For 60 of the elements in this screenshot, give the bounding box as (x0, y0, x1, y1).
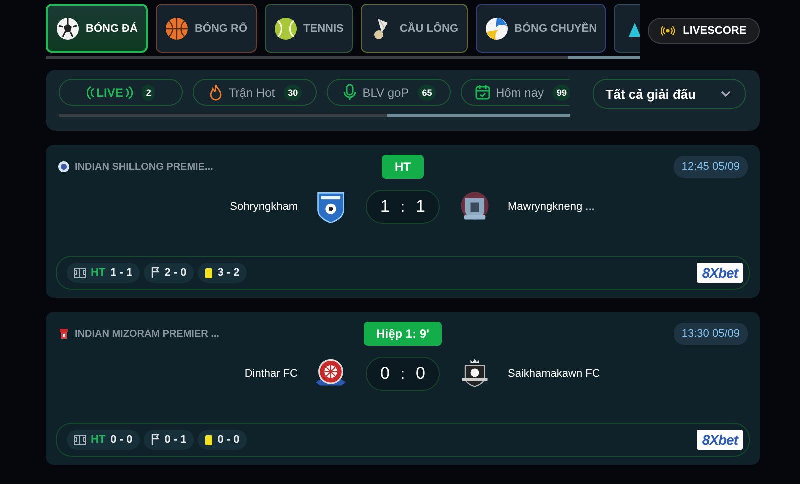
score-number: 1 (380, 197, 390, 217)
score-separator: : (400, 366, 406, 382)
calendar-icon (474, 84, 491, 101)
signal-waves-icon (86, 86, 95, 100)
microphone-icon (342, 84, 358, 101)
team-name: Saikhamakawn FC (508, 368, 600, 380)
filter-chip[interactable]: Trận Hot 30 (193, 79, 317, 106)
sport-tab[interactable]: BÓNG RỔ (156, 4, 257, 53)
team-name: Dinthar FC (244, 368, 298, 380)
match-status-badge: HT (382, 155, 424, 179)
league-emblem-icon (58, 328, 70, 340)
stat-value: 0 - 0 (218, 434, 240, 446)
signal-waves-icon (125, 86, 134, 100)
score-number: 1 (416, 197, 426, 217)
stat-value: 1 - 1 (110, 267, 133, 279)
booking-card-icon (204, 434, 213, 446)
match-status-badge: Hiệp 1: 9' (364, 322, 442, 346)
sport-tab[interactable]: BÓNG CHUYỀN (476, 4, 606, 53)
score-number: 0 (416, 364, 426, 384)
count-badge: 2 (142, 84, 156, 100)
soccer-ball-icon (56, 16, 80, 40)
filter-chip[interactable]: Hôm nay 99 (461, 79, 570, 106)
pitch-icon (74, 435, 86, 445)
flame-icon (208, 84, 224, 101)
count-badge: 30 (284, 84, 302, 100)
volleyball-icon (484, 16, 509, 40)
basketball-icon (164, 16, 189, 40)
bookmaker-logo[interactable]: 8Xbet (697, 263, 743, 283)
tennis-ball-icon (274, 16, 298, 40)
stat-value: 2 - 0 (164, 267, 187, 279)
league-name: INDIAN MIZORAM PREMIER ... (75, 328, 220, 340)
count-badge: 65 (418, 84, 436, 100)
booking-card-icon (204, 268, 213, 278)
stat-label: HT (91, 267, 106, 279)
league-emblem-icon (58, 161, 70, 173)
sport-tab[interactable]: BÓNG ĐÁ (46, 4, 148, 53)
team-name: Mawryngkneng ... (508, 201, 595, 213)
team-name: Sohryngkham (230, 201, 298, 213)
kickoff-time-badge: 12:45 05/09 (674, 156, 748, 178)
sport-tab[interactable]: TENNIS (264, 4, 353, 53)
pitch-icon (74, 268, 86, 278)
filter-chip[interactable]: LIVE 2 (59, 79, 183, 106)
sport-tab[interactable]: CẦU LÔNG (360, 4, 468, 53)
stat-label: HT (91, 434, 106, 446)
league-dropdown[interactable]: Tất cả giải đấu (592, 79, 746, 109)
score-separator: : (400, 198, 406, 216)
filter-chip[interactable]: BLV goP 65 (327, 79, 451, 106)
stat-value: 0 - 0 (110, 434, 133, 446)
corner-flag-icon (150, 434, 160, 446)
kickoff-time-badge: 13:30 05/09 (674, 323, 748, 345)
count-badge: 99 (553, 84, 570, 100)
livescore-button[interactable]: LIVESCORE (648, 18, 760, 44)
corner-flag-icon (150, 267, 160, 279)
bookmaker-logo[interactable]: 8Xbet (697, 430, 743, 450)
stat-value: 0 - 1 (164, 434, 187, 446)
broadcast-icon (661, 25, 676, 37)
league-name: INDIAN SHILLONG PREMIE... (75, 162, 214, 172)
chevron-down-icon (721, 90, 731, 98)
score-number: 0 (380, 364, 390, 384)
stat-value: 3 - 2 (218, 267, 240, 279)
